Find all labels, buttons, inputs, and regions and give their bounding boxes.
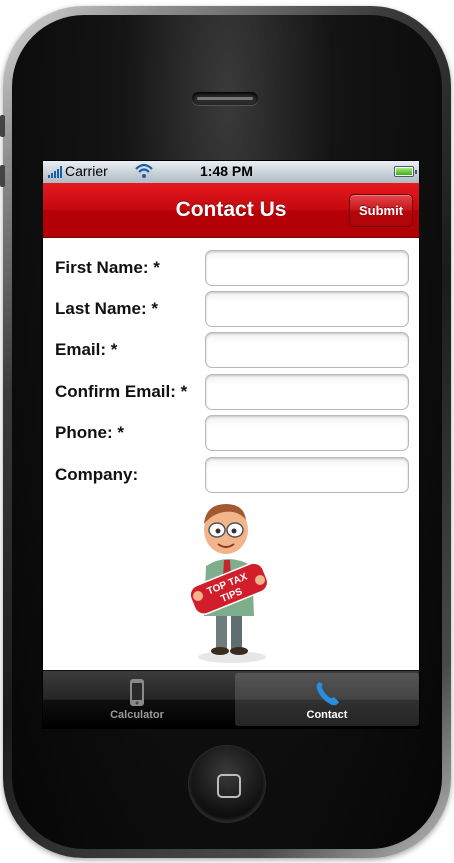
form-row-confirm-email: Confirm Email: * xyxy=(43,374,419,410)
tab-contact-label: Contact xyxy=(306,709,348,721)
first-name-input[interactable] xyxy=(205,250,409,286)
phone-label: Phone: * xyxy=(55,423,124,442)
tab-bar: Calculator Contact xyxy=(43,670,419,728)
confirm-email-input[interactable] xyxy=(205,374,409,410)
email-input[interactable] xyxy=(205,332,409,368)
tab-calculator[interactable]: Calculator xyxy=(45,673,229,726)
volume-up-button xyxy=(0,115,5,137)
wifi-icon xyxy=(135,163,153,178)
company-input[interactable] xyxy=(205,457,409,493)
carrier-name: Carrier xyxy=(65,163,108,179)
company-label: Company: xyxy=(55,465,139,484)
phone-input[interactable] xyxy=(205,415,409,451)
form-row-phone: Phone: * xyxy=(43,415,419,451)
tab-contact[interactable]: Contact xyxy=(235,673,419,726)
first-name-label: First Name: * xyxy=(55,258,160,277)
battery-icon xyxy=(394,166,417,177)
app-screen: Carrier 1:48 PM Contact Us Submit First … xyxy=(42,160,420,729)
volume-down-button xyxy=(0,165,5,187)
confirm-email-label: Confirm Email: * xyxy=(55,382,188,401)
phone-device-icon xyxy=(130,679,144,706)
status-bar: Carrier 1:48 PM xyxy=(43,161,419,183)
navigation-bar: Contact Us Submit xyxy=(43,183,419,238)
tab-calculator-label: Calculator xyxy=(110,709,164,721)
tax-mascot-illustration: TOP TAX TIPS xyxy=(189,504,269,663)
form-row-company: Company: xyxy=(43,457,419,493)
email-label: Email: * xyxy=(55,340,118,359)
status-time: 1:48 PM xyxy=(200,163,253,179)
form-row-first-name: First Name: * xyxy=(43,250,419,286)
form-row-last-name: Last Name: * xyxy=(43,291,419,327)
submit-button[interactable]: Submit xyxy=(349,194,413,227)
phone-handset-icon xyxy=(316,682,339,706)
last-name-label: Last Name: * xyxy=(55,299,158,318)
signal-strength-icon xyxy=(48,166,62,178)
home-button[interactable] xyxy=(189,746,265,822)
form-row-email: Email: * xyxy=(43,332,419,368)
last-name-input[interactable] xyxy=(205,291,409,327)
earpiece-speaker xyxy=(192,92,258,105)
